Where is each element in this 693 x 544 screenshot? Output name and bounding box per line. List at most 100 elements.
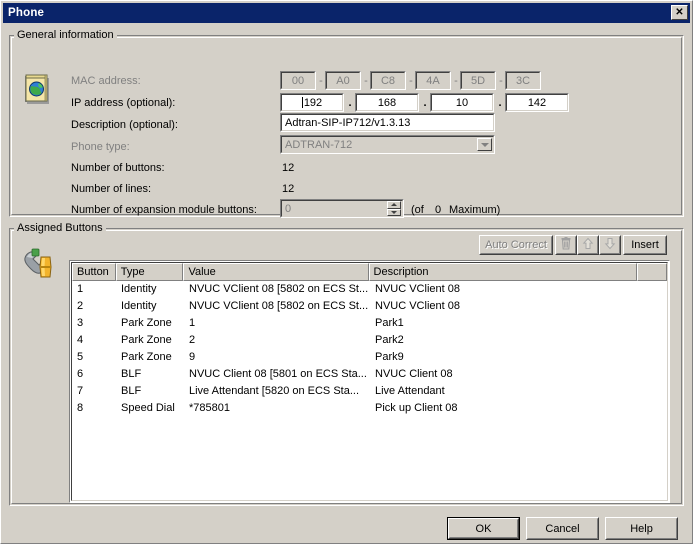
insert-label: Insert: [631, 239, 659, 251]
mac-octet-6[interactable]: 3C: [505, 71, 541, 90]
table-cell-description: NVUC Client 08: [375, 368, 453, 380]
table-cell-description: Park2: [375, 334, 404, 346]
table-cell-value: NVUC VClient 08 [5802 on ECS St...: [189, 300, 369, 312]
table-column-header[interactable]: [637, 263, 667, 281]
ip-octet-2-value: 168: [377, 96, 397, 109]
phone-type-value: ADTRAN-712: [285, 138, 353, 151]
table-body: 1 Identity NVUC VClient 08 [5802 on ECS St…: [72, 281, 667, 417]
table-cell-button: 2: [77, 300, 84, 312]
mac-octet-3-value: C8: [380, 74, 396, 87]
table-cell-description: NVUC VClient 08: [375, 300, 460, 312]
table-cell-type: BLF: [121, 385, 142, 397]
table-row[interactable]: 2 Identity NVUC VClient 08 [5802 on ECS St…: [72, 298, 667, 315]
stepper-up-icon[interactable]: [387, 201, 401, 209]
cancel-label: Cancel: [545, 522, 580, 535]
address-book-globe-icon: [21, 73, 53, 105]
mac-octet-5-value: 5D: [470, 74, 486, 87]
table-row[interactable]: 1 Identity NVUC VClient 08 [5802 on ECS St…: [72, 281, 667, 298]
ip-octet-1[interactable]: 192: [280, 93, 344, 112]
table-cell-description: Live Attendant: [375, 385, 445, 397]
description-input[interactable]: Adtran-SIP-IP712/v1.3.13: [280, 113, 495, 132]
table-cell-button: 6: [77, 368, 84, 380]
table-cell-value: 9: [189, 351, 196, 363]
mac-octet-4-value: 4A: [426, 74, 440, 87]
cancel-button[interactable]: Cancel: [526, 517, 599, 540]
ip-address-label: IP address (optional):: [71, 97, 176, 109]
table-cell-value: 2: [189, 334, 196, 346]
expansion-max-value: 0: [435, 204, 442, 216]
mac-address-label: MAC address:: [71, 75, 141, 87]
table-cell-value: NVUC VClient 08 [5802 on ECS St...: [189, 283, 369, 295]
ip-octet-4[interactable]: 142: [505, 93, 569, 112]
close-icon[interactable]: ✕: [671, 5, 688, 20]
table-row[interactable]: 6 BLF NVUC Client 08 [5801 on ECS Sta... NV…: [72, 366, 667, 383]
insert-button[interactable]: Insert: [623, 235, 667, 255]
phone-type-combo[interactable]: ADTRAN-712: [280, 135, 495, 154]
phone-handset-icon: [21, 245, 53, 278]
mac-octet-1-value: 00: [291, 74, 305, 87]
table-cell-description: Park1: [375, 317, 404, 329]
expansion-module-buttons-stepper[interactable]: 0: [280, 199, 404, 218]
table-row[interactable]: 4 Park Zone 2 Park2: [72, 332, 667, 349]
ip-octet-3[interactable]: 10: [430, 93, 494, 112]
assigned-buttons-legend: Assigned Buttons: [14, 222, 106, 234]
table-column-header[interactable]: Description: [368, 263, 638, 281]
table-column-header[interactable]: Type: [115, 263, 184, 281]
table-row[interactable]: 8 Speed Dial *785801 Pick up Client 08: [72, 400, 667, 417]
table-cell-button: 8: [77, 402, 84, 414]
help-label: Help: [630, 522, 653, 535]
arrow-up-icon: [582, 237, 594, 253]
window-title: Phone: [8, 7, 45, 19]
mac-octet-2-value: A0: [336, 74, 350, 87]
auto-correct-button[interactable]: Auto Correct: [479, 235, 553, 255]
ok-button[interactable]: OK: [447, 517, 520, 540]
mac-octet-3[interactable]: C8: [370, 71, 406, 90]
description-value: Adtran-SIP-IP712/v1.3.13: [285, 116, 411, 129]
table-cell-value: NVUC Client 08 [5801 on ECS Sta...: [189, 368, 367, 380]
assigned-buttons-table[interactable]: Button Type Value Description 1 Identity NVUC…: [69, 260, 670, 503]
phone-type-label: Phone type:: [71, 141, 130, 153]
table-column-header[interactable]: Value: [183, 263, 369, 281]
table-cell-description: Pick up Client 08: [375, 402, 458, 414]
mac-octet-1[interactable]: 00: [280, 71, 316, 90]
description-label: Description (optional):: [71, 119, 178, 131]
table-row[interactable]: 3 Park Zone 1 Park1: [72, 315, 667, 332]
table-row[interactable]: 7 BLF Live Attendant [5820 on ECS Sta... Li…: [72, 383, 667, 400]
ip-octet-4-value: 142: [527, 96, 547, 109]
table-cell-type: Speed Dial: [121, 402, 175, 414]
table-cell-type: BLF: [121, 368, 142, 380]
table-cell-type: Park Zone: [121, 334, 172, 346]
delete-button[interactable]: [555, 235, 577, 255]
table-column-header[interactable]: Button: [72, 263, 116, 281]
table-cell-button: 3: [77, 317, 84, 329]
mac-octet-6-value: 3C: [515, 74, 531, 87]
titlebar[interactable]: Phone ✕: [3, 3, 690, 23]
ip-octet-2[interactable]: 168: [355, 93, 419, 112]
table-cell-type: Identity: [121, 283, 157, 295]
table-cell-button: 7: [77, 385, 84, 397]
table-cell-button: 1: [77, 283, 84, 295]
expansion-module-buttons-label: Number of expansion module buttons:: [71, 204, 257, 216]
table-cell-type: Park Zone: [121, 317, 172, 329]
chevron-down-icon[interactable]: [477, 138, 492, 151]
trash-icon: [560, 237, 572, 253]
expansion-of-text: (of: [411, 204, 424, 216]
table-cell-type: Identity: [121, 300, 157, 312]
auto-correct-label: Auto Correct: [485, 239, 547, 251]
table-cell-description: Park9: [375, 351, 404, 363]
table-cell-value: Live Attendant [5820 on ECS Sta...: [189, 385, 360, 397]
move-up-button[interactable]: [577, 235, 599, 255]
mac-octet-5[interactable]: 5D: [460, 71, 496, 90]
help-button[interactable]: Help: [605, 517, 678, 540]
ok-label: OK: [475, 522, 492, 535]
phone-dialog-window: Phone ✕ General information MAC address:…: [0, 0, 693, 544]
stepper-down-icon[interactable]: [387, 208, 401, 216]
number-of-lines-label: Number of lines:: [71, 183, 152, 195]
mac-octet-4[interactable]: 4A: [415, 71, 451, 90]
dialog-client-area: General information MAC address: 00 - A0…: [3, 23, 690, 541]
ip-octet-1-value: 192: [303, 96, 323, 109]
table-row[interactable]: 5 Park Zone 9 Park9: [72, 349, 667, 366]
mac-octet-2[interactable]: A0: [325, 71, 361, 90]
move-down-button[interactable]: [599, 235, 621, 255]
table-cell-value: 1: [189, 317, 196, 329]
